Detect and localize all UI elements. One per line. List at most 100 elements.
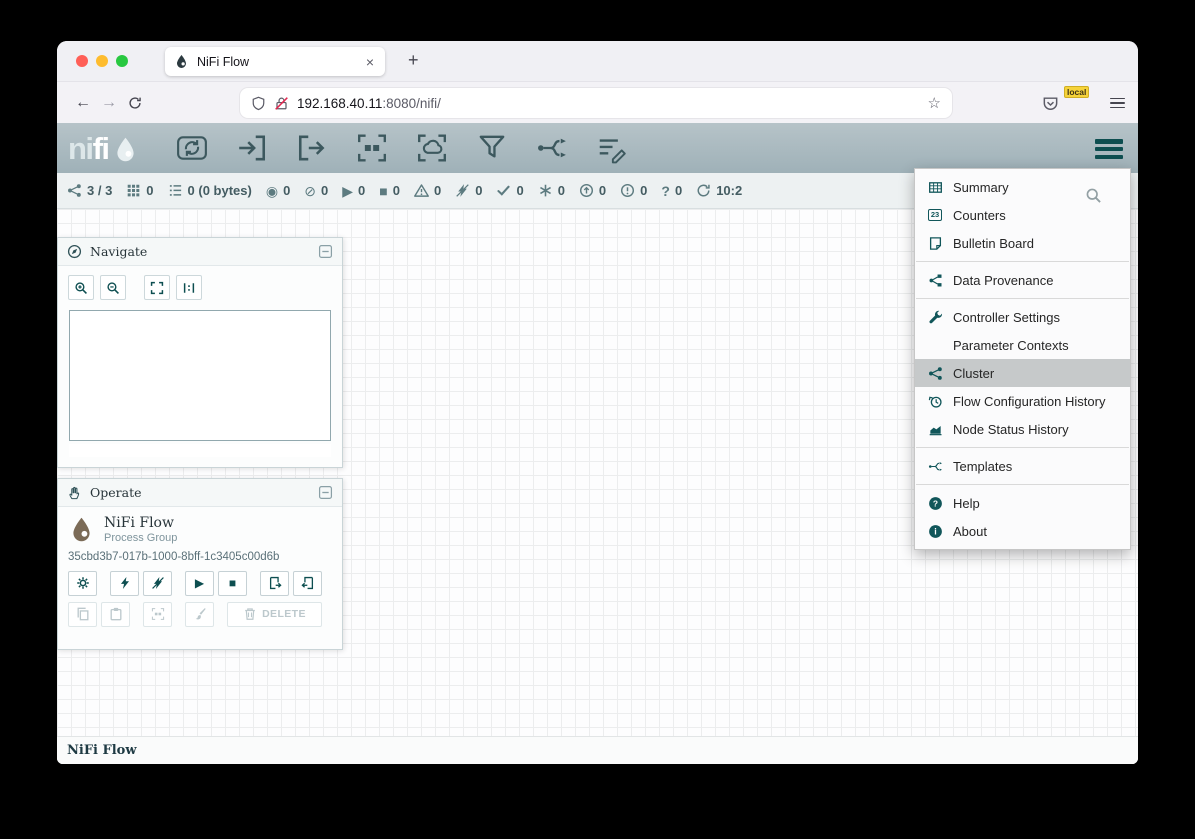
browser-menu-icon[interactable] [1110,95,1125,111]
menu-item-help[interactable]: Help [915,489,1130,517]
menu-item-parameter-contexts[interactable]: Parameter Contexts [915,331,1130,359]
process-group-drop-icon [68,516,95,543]
refresh-icon[interactable] [696,183,711,198]
component-id: 35cbd3b7-017b-1000-8bff-1c3405c00d6b [68,551,332,563]
funnel-icon[interactable] [476,132,508,164]
enable-button[interactable] [110,571,139,596]
delete-button[interactable]: DELETE [227,602,322,627]
disabled-icon [455,183,470,198]
status-not-transmitting: ⊘0 [304,183,328,198]
component-toolbar [176,132,628,164]
input-port-icon[interactable] [236,132,268,164]
insecure-lock-icon[interactable] [274,96,289,111]
change-color-button[interactable] [185,602,214,627]
template-icon [926,459,944,474]
about-info-icon [926,524,944,539]
zoom-window-button[interactable] [116,55,128,67]
configure-button[interactable] [68,571,97,596]
browser-window: NiFi Flow × + ← → 192.168.40.11:8080/nif… [57,41,1138,764]
process-group-icon[interactable] [356,132,388,164]
toolbar-right-icons: local [1042,82,1125,124]
url-text: 192.168.40.11:8080/nifi/ [297,96,441,111]
zoom-fit-button[interactable] [144,275,170,300]
pocket-icon[interactable] [1042,95,1059,112]
status-queued: 0 (0 bytes) [168,183,252,198]
copy-button[interactable] [68,602,97,627]
locally-modified-stale-icon [620,183,635,198]
container-badge: local [1064,86,1089,98]
desktop-background: NiFi Flow × + ← → 192.168.40.11:8080/nif… [0,0,1195,839]
breadcrumb[interactable]: NiFi Flow [67,743,137,758]
minimize-window-button[interactable] [96,55,108,67]
search-icon[interactable] [1085,187,1102,204]
running-icon: ▶ [342,184,353,198]
collapse-icon[interactable] [318,244,333,259]
collapse-icon[interactable] [318,485,333,500]
zoom-actual-button[interactable] [176,275,202,300]
menu-item-node-status-history[interactable]: Node Status History [915,415,1130,443]
zoom-in-button[interactable] [68,275,94,300]
menu-item-counters[interactable]: 23Counters [915,201,1130,229]
status-stopped: ■0 [379,183,400,198]
menu-item-controller-settings[interactable]: Controller Settings [915,303,1130,331]
remote-process-group-icon[interactable] [416,132,448,164]
sync-failure-icon: ? [661,184,670,198]
navigate-toolbar [58,266,342,303]
status-locally-modified-stale: 0 [620,183,647,198]
output-port-icon[interactable] [296,132,328,164]
global-menu: Summary 23Counters Bulletin Board Data P… [914,168,1131,550]
status-refresh: 10:2 [696,183,742,198]
reload-icon[interactable] [122,96,148,110]
cluster-icon [926,366,944,381]
operate-buttons-row-1: ▶ ■ [68,571,332,596]
queue-icon [168,183,183,198]
operate-title: Operate [90,485,310,500]
hand-icon [67,485,82,500]
close-window-button[interactable] [76,55,88,67]
url-bar[interactable]: 192.168.40.11:8080/nifi/ ☆ [240,88,952,118]
nifi-logo-text: nifi [68,133,109,164]
status-locally-modified: 0 [538,183,565,198]
status-invalid: 0 [414,183,441,198]
stop-button[interactable]: ■ [218,571,247,596]
global-menu-icon[interactable] [1095,136,1123,162]
summary-table-icon [926,180,944,195]
compass-icon [67,244,82,259]
create-template-button[interactable] [260,571,289,596]
forward-icon[interactable]: → [96,94,122,112]
template-icon[interactable] [536,132,568,164]
tab-close-icon[interactable]: × [364,54,376,70]
not-transmitting-icon: ⊘ [304,184,316,198]
component-name: NiFi Flow [104,515,177,532]
zoom-out-button[interactable] [100,275,126,300]
browser-toolbar: ← → 192.168.40.11:8080/nifi/ ☆ local [57,81,1138,124]
transmitting-icon: ◉ [266,184,278,198]
menu-divider [916,447,1129,448]
processor-icon[interactable] [176,132,208,164]
menu-item-templates[interactable]: Templates [915,452,1130,480]
operate-buttons-row-2: DELETE [68,602,332,627]
status-sync-failure: ?0 [661,183,682,198]
back-icon[interactable]: ← [70,94,96,112]
upload-template-button[interactable] [293,571,322,596]
menu-item-about[interactable]: About [915,517,1130,545]
birdseye-preview[interactable] [69,310,331,441]
disable-button[interactable] [143,571,172,596]
start-button[interactable]: ▶ [185,571,214,596]
menu-item-cluster[interactable]: Cluster [915,359,1130,387]
menu-item-flow-configuration-history[interactable]: Flow Configuration History [915,387,1130,415]
tracking-protection-shield-icon[interactable] [251,96,266,111]
paste-button[interactable] [101,602,130,627]
cluster-icon [67,183,82,198]
group-button[interactable] [143,602,172,627]
browser-tab[interactable]: NiFi Flow × [165,47,385,76]
menu-item-bulletin-board[interactable]: Bulletin Board [915,229,1130,257]
menu-item-data-provenance[interactable]: Data Provenance [915,266,1130,294]
new-tab-button[interactable]: + [403,49,424,71]
profile-avatar[interactable]: local [1076,95,1093,112]
status-transmitting: ◉0 [266,183,290,198]
url-host: 192.168.40.11 [297,96,382,111]
bookmark-star-icon[interactable]: ☆ [928,94,941,112]
label-icon[interactable] [596,132,628,164]
status-up-to-date: 0 [496,183,523,198]
